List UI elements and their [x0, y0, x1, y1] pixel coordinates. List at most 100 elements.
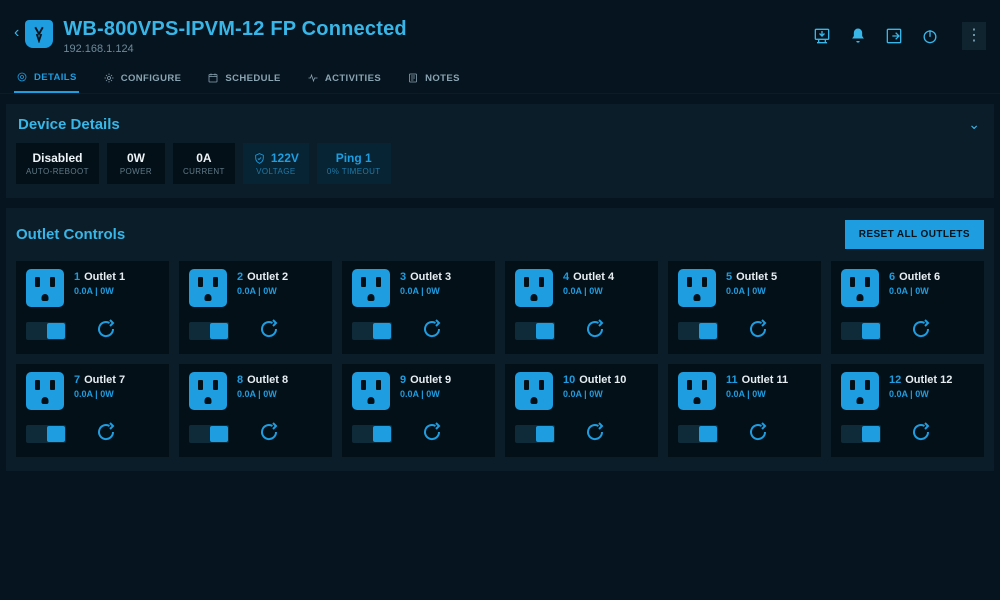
outlet-label: Outlet 5 — [736, 271, 777, 283]
outlet-label: Outlet 8 — [247, 374, 288, 386]
outlet-stats: 0.0A | 0W — [726, 389, 788, 399]
more-menu[interactable]: ⋮ — [962, 22, 986, 50]
outlet-controls-title: Outlet Controls — [16, 226, 125, 243]
outlet-card: 6Outlet 60.0A | 0W — [831, 261, 984, 354]
outlet-power-cycle-button[interactable] — [94, 317, 118, 344]
outlet-toggle[interactable] — [841, 425, 881, 443]
device-ip: 192.168.1.124 — [63, 43, 812, 55]
outlet-card: 2 Outlet 2 0.0A | 0W — [179, 261, 332, 354]
stat-power: 0W POWER — [107, 143, 165, 184]
outlet-toggle[interactable] — [352, 425, 392, 443]
device-details-title: Device Details — [18, 116, 120, 133]
outlet-power-cycle-button[interactable] — [420, 317, 444, 344]
outlet-label: Outlet 9 — [410, 374, 451, 386]
outlet-plug-icon — [189, 269, 227, 307]
outlet-number: 10 — [563, 374, 575, 386]
outlet-toggle[interactable] — [189, 425, 229, 443]
outlet-plug-icon — [678, 269, 716, 307]
outlet-grid: 1Outlet 10.0A | 0W2Outlet 20.0A | 0W3Out… — [16, 261, 984, 457]
outlet-toggle[interactable] — [678, 425, 718, 443]
tab-notes[interactable]: NOTES — [405, 65, 462, 93]
stat-ping: Ping 1 0% TIMEOUT — [317, 143, 391, 184]
outlet-number: 8 — [237, 374, 243, 386]
outlet-power-cycle-button[interactable] — [583, 317, 607, 344]
back-button[interactable]: ‹ — [14, 24, 19, 42]
outlet-number: 3 — [400, 271, 406, 283]
outlet-number: 9 — [400, 374, 406, 386]
outlet-stats: 0.0A | 0W — [74, 286, 125, 296]
outlet-card: 10Outlet 100.0A | 0W — [505, 364, 658, 457]
outlet-power-cycle-button[interactable] — [583, 420, 607, 447]
outlet-card: 8 Outlet 8 0.0A | 0W — [179, 364, 332, 457]
header-actions: ⋮ — [812, 22, 986, 50]
outlet-stats: 0.0A | 0W — [237, 389, 288, 399]
tab-schedule-label: SCHEDULE — [225, 73, 280, 84]
stat-auto-reboot: Disabled AUTO-REBOOT — [16, 143, 99, 184]
outlet-toggle[interactable] — [189, 322, 229, 340]
outlet-card: 4 Outlet 4 0.0A | 0W — [505, 261, 658, 354]
outlet-stats: 0.0A | 0W — [563, 286, 614, 296]
outlet-card: 5Outlet 50.0A | 0W — [668, 261, 821, 354]
notifications-icon[interactable] — [848, 26, 868, 46]
outlet-power-cycle-button[interactable] — [746, 317, 770, 344]
tab-activities-label: ACTIVITIES — [325, 73, 381, 84]
outlet-power-cycle-button[interactable] — [94, 420, 118, 447]
outlet-power-cycle-button[interactable] — [420, 420, 444, 447]
outlet-stats: 0.0A | 0W — [237, 286, 288, 296]
outlet-stats: 0.0A | 0W — [400, 389, 451, 399]
outlet-toggle[interactable] — [26, 322, 66, 340]
outlet-power-cycle-button[interactable] — [257, 420, 281, 447]
outlet-number: 12 — [889, 374, 901, 386]
outlet-stats: 0.0A | 0W — [889, 286, 940, 296]
outlet-number: 4 — [563, 271, 569, 283]
collapse-toggle[interactable]: ⌄ — [968, 116, 980, 133]
outlet-label: Outlet 1 — [84, 271, 125, 283]
outlet-number: 2 — [237, 271, 243, 283]
tab-activities[interactable]: ACTIVITIES — [305, 65, 383, 93]
outlet-stats: 0.0A | 0W — [74, 389, 125, 399]
outlet-number: 7 — [74, 374, 80, 386]
outlet-label: Outlet 12 — [905, 374, 952, 386]
outlet-power-cycle-button[interactable] — [909, 420, 933, 447]
outlet-card: 12 Outlet 12 0.0A | 0W — [831, 364, 984, 457]
outlet-label: Outlet 2 — [247, 271, 288, 283]
outlet-toggle[interactable] — [841, 322, 881, 340]
outlet-card: 3Outlet 30.0A | 0W — [342, 261, 495, 354]
outlet-toggle[interactable] — [352, 322, 392, 340]
tab-schedule[interactable]: SCHEDULE — [205, 65, 282, 93]
page-header: ‹ WB-800VPS-IPVM-12 FP Connected 192.168… — [0, 0, 1000, 61]
outlet-label: Outlet 4 — [573, 271, 614, 283]
outlet-stats: 0.0A | 0W — [563, 389, 626, 399]
outlet-power-cycle-button[interactable] — [257, 317, 281, 344]
outlet-label: Outlet 11 — [742, 374, 788, 386]
tab-configure-label: CONFIGURE — [121, 73, 182, 84]
tab-configure[interactable]: CONFIGURE — [101, 65, 184, 93]
reset-all-outlets-button[interactable]: RESET ALL OUTLETS — [845, 220, 984, 249]
tab-details[interactable]: DETAILS — [14, 65, 79, 93]
outlet-number: 11 — [726, 374, 738, 386]
tab-notes-label: NOTES — [425, 73, 460, 84]
outlet-stats: 0.0A | 0W — [726, 286, 777, 296]
outlet-toggle[interactable] — [678, 322, 718, 340]
outlet-stats: 0.0A | 0W — [400, 286, 451, 296]
power-icon[interactable] — [920, 26, 940, 46]
stat-voltage: 122V VOLTAGE — [243, 143, 309, 184]
outlet-plug-icon — [678, 372, 716, 410]
outlet-label: Outlet 7 — [84, 374, 125, 386]
outlet-plug-icon — [352, 269, 390, 307]
outlet-stats: 0.0A | 0W — [889, 389, 952, 399]
outlet-card: 9 Outlet 9 0.0A | 0W — [342, 364, 495, 457]
outlet-number: 6 — [889, 271, 895, 283]
export-icon[interactable] — [884, 26, 904, 46]
device-details-panel: Device Details ⌄ Disabled AUTO-REBOOT 0W… — [6, 104, 994, 198]
outlet-toggle[interactable] — [515, 425, 555, 443]
outlet-power-cycle-button[interactable] — [746, 420, 770, 447]
outlet-toggle[interactable] — [26, 425, 66, 443]
outlet-plug-icon — [26, 269, 64, 307]
outlet-power-cycle-button[interactable] — [909, 317, 933, 344]
outlet-toggle[interactable] — [515, 322, 555, 340]
page-title: WB-800VPS-IPVM-12 FP Connected — [63, 18, 812, 41]
tab-bar: DETAILS CONFIGURE SCHEDULE ACTIVITIES NO… — [0, 61, 1000, 94]
firmware-icon[interactable] — [812, 26, 832, 46]
outlet-plug-icon — [189, 372, 227, 410]
